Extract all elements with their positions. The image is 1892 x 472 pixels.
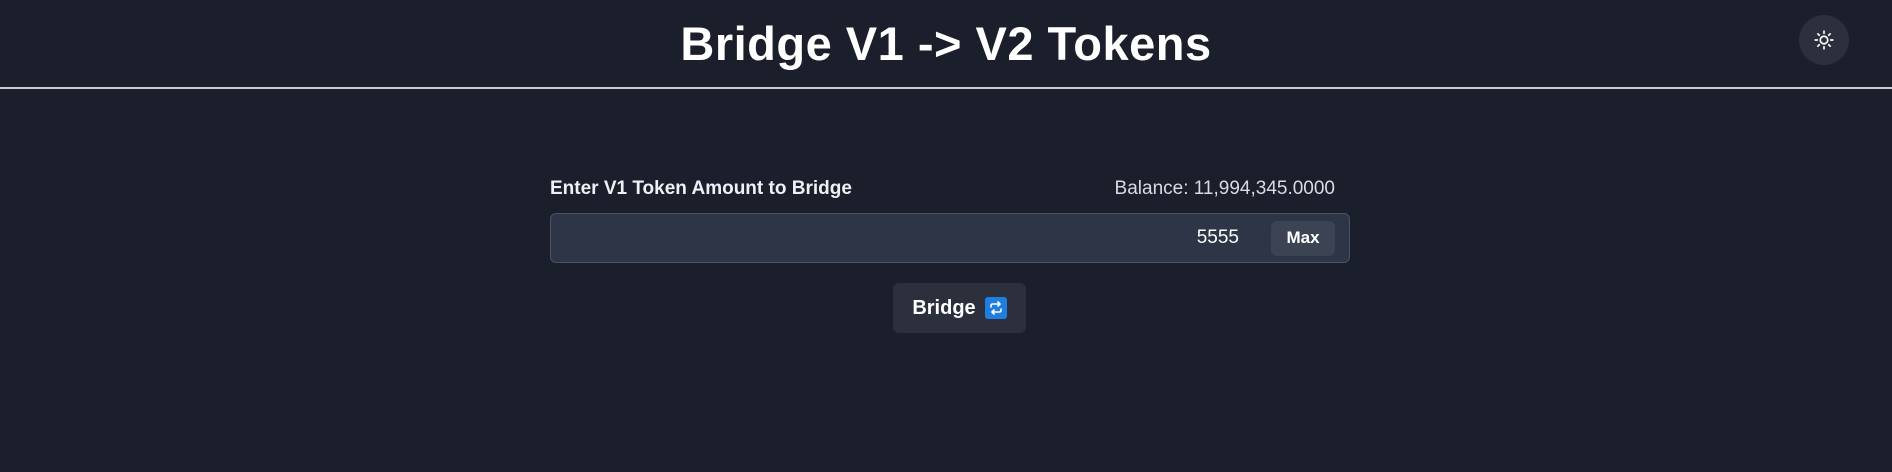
main-content: Enter V1 Token Amount to Bridge Balance:… — [0, 89, 1892, 470]
amount-label: Enter V1 Token Amount to Bridge — [550, 178, 852, 199]
theme-toggle-button[interactable] — [1799, 15, 1849, 65]
max-button[interactable]: Max — [1271, 220, 1335, 256]
sun-icon — [1814, 30, 1834, 50]
label-row: Enter V1 Token Amount to Bridge Balance:… — [550, 177, 1350, 201]
bridge-button-label: Bridge — [912, 296, 976, 319]
page-header: Bridge V1 -> V2 Tokens — [0, 0, 1892, 89]
bridge-form: Enter V1 Token Amount to Bridge Balance:… — [550, 177, 1350, 263]
repeat-icon — [984, 297, 1007, 319]
page-title: Bridge V1 -> V2 Tokens — [680, 17, 1212, 70]
amount-input-group: Max — [550, 213, 1350, 263]
bridge-button[interactable]: Bridge — [893, 283, 1026, 333]
amount-input[interactable] — [551, 214, 1271, 262]
balance-text: Balance: 11,994,345.0000 — [1114, 178, 1335, 199]
